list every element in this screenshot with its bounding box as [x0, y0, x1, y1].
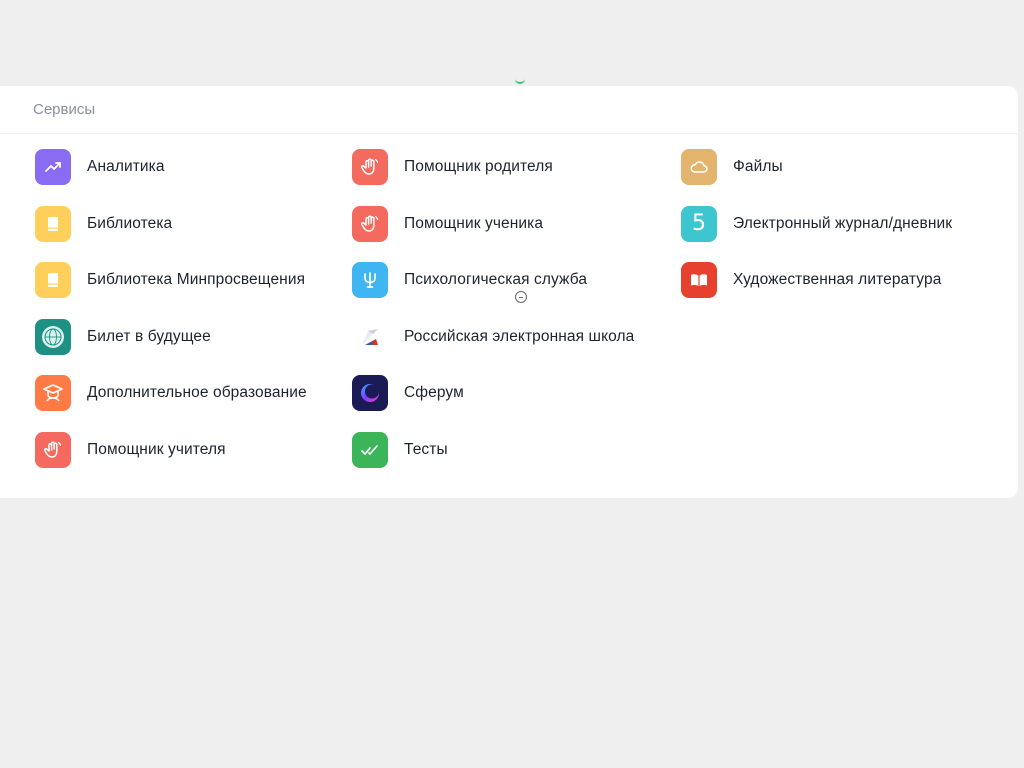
book-icon: [35, 262, 71, 299]
service-label: Помощник учителя: [87, 440, 226, 458]
service-label: Психологическая служба: [404, 271, 588, 289]
globe-emblem-icon: [35, 318, 71, 355]
service-analytics[interactable]: Аналитика: [35, 149, 307, 185]
hand-wave-icon: [352, 205, 388, 242]
sferum-logo-icon: [352, 375, 388, 412]
service-label: Файлы: [733, 158, 783, 175]
page: Сервисы Аналитика Библиотека Библиотека …: [0, 0, 1024, 768]
services-header: Сервисы: [0, 86, 1018, 134]
hand-wave-icon: [352, 149, 388, 185]
services-column-2: Помощник родителя Помощник ученика Психо…: [352, 149, 634, 489]
service-sferum[interactable]: Сферум: [352, 375, 634, 412]
services-column-1: Аналитика Библиотека Библиотека Минпросв…: [35, 149, 307, 489]
check-double-icon: [352, 431, 388, 468]
service-label: Художественная литература: [733, 271, 942, 289]
service-psychology[interactable]: Психологическая служба: [352, 262, 634, 299]
service-label: Помощник ученика: [404, 214, 544, 232]
cloud-icon: [681, 149, 717, 185]
service-tests[interactable]: Тесты: [352, 431, 634, 468]
resh-logo-icon: [352, 318, 388, 355]
services-title: Сервисы: [33, 101, 96, 118]
service-fiction[interactable]: Художественная литература: [681, 262, 952, 299]
services-panel: Сервисы Аналитика Библиотека Библиотека …: [0, 86, 1018, 498]
service-label: Библиотека: [87, 214, 173, 232]
service-library[interactable]: Библиотека: [35, 205, 307, 242]
hand-wave-icon: [35, 431, 71, 468]
services-grid: Аналитика Библиотека Библиотека Минпросв…: [0, 134, 1018, 498]
service-label: Дополнительное образование: [87, 384, 307, 402]
service-e-journal[interactable]: 5 Электронный журнал/дневник: [681, 205, 953, 242]
graduate-icon: [35, 375, 71, 412]
digit-five-glyph: 5: [692, 211, 706, 237]
service-parent-assistant[interactable]: Помощник родителя: [352, 149, 634, 185]
service-label: Помощник родителя: [404, 158, 553, 175]
service-label: Аналитика: [87, 158, 165, 175]
service-ticket-to-future[interactable]: Билет в будущее: [35, 318, 307, 355]
chart-trend-icon: [35, 149, 71, 185]
service-library-minpros[interactable]: Библиотека Минпросвещения: [35, 262, 307, 299]
open-book-icon: [681, 262, 717, 299]
service-extra-education[interactable]: Дополнительное образование: [35, 375, 307, 412]
service-label: Российская электронная школа: [404, 327, 635, 345]
psi-icon: [352, 262, 388, 299]
service-files[interactable]: Файлы: [681, 149, 952, 185]
loading-indicator: [515, 78, 525, 84]
digit-five-icon: 5: [681, 205, 717, 242]
service-label: Библиотека Минпросвещения: [87, 271, 306, 289]
service-teacher-assistant[interactable]: Помощник учителя: [35, 431, 307, 468]
services-column-3: Файлы 5 Электронный журнал/дневник Худож…: [681, 149, 952, 319]
service-label: Электронный журнал/дневник: [733, 214, 953, 232]
service-student-assistant[interactable]: Помощник ученика: [352, 205, 634, 242]
mouse-cursor: [515, 291, 527, 303]
service-resh[interactable]: Российская электронная школа: [352, 318, 635, 355]
book-icon: [35, 205, 71, 242]
service-label: Тесты: [404, 440, 448, 458]
service-label: Билет в будущее: [87, 327, 211, 345]
service-label: Сферум: [404, 384, 464, 402]
